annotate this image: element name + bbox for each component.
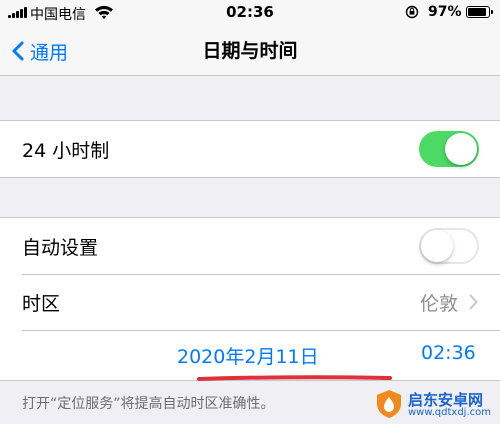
auto-set-label: 自动设置	[22, 236, 99, 259]
back-label: 通用	[30, 41, 69, 64]
watermark-url: www.qdtxdj.com	[408, 407, 491, 418]
back-button[interactable]: 通用	[12, 26, 68, 76]
toggle-knob	[445, 133, 477, 165]
battery-percent: 97%	[428, 4, 462, 20]
red-underline-annotation	[197, 375, 392, 381]
hour24-row: 24 小时制	[0, 121, 500, 177]
timezone-row[interactable]: 时区 伦敦	[0, 274, 500, 330]
status-time: 02:36	[226, 3, 274, 21]
toggle-knob	[421, 230, 453, 262]
timezone-value: 伦敦	[419, 292, 458, 315]
auto-set-toggle[interactable]	[419, 228, 479, 264]
rotation-lock-icon	[405, 5, 419, 19]
hour24-toggle[interactable]	[419, 131, 479, 167]
battery-icon	[466, 6, 493, 18]
chevron-right-icon	[469, 294, 478, 310]
datetime-group: 自动设置 时区 伦敦 2020年2月11日 02:36	[0, 217, 500, 381]
screen: 中国电信 02:36 97% 日期与时间 通用 24 小时制 自动设置 时区 伦…	[0, 0, 500, 424]
hour-format-group: 24 小时制	[0, 120, 500, 178]
date-time-row: 2020年2月11日 02:36	[0, 330, 500, 380]
status-bar: 中国电信 02:36 97%	[0, 0, 500, 26]
time-value[interactable]: 02:36	[421, 342, 476, 364]
auto-set-row: 自动设置	[0, 218, 500, 274]
date-value[interactable]: 2020年2月11日	[177, 342, 319, 369]
footer-note: 打开“定位服务”将提高自动时区准确性。	[22, 396, 275, 412]
page-title: 日期与时间	[202, 40, 298, 62]
timezone-label: 时区	[22, 292, 61, 315]
hour24-label: 24 小时制	[22, 139, 110, 162]
watermark-logo-icon	[377, 390, 401, 418]
chevron-left-icon	[12, 41, 24, 61]
navigation-bar: 日期与时间 通用	[0, 26, 500, 76]
